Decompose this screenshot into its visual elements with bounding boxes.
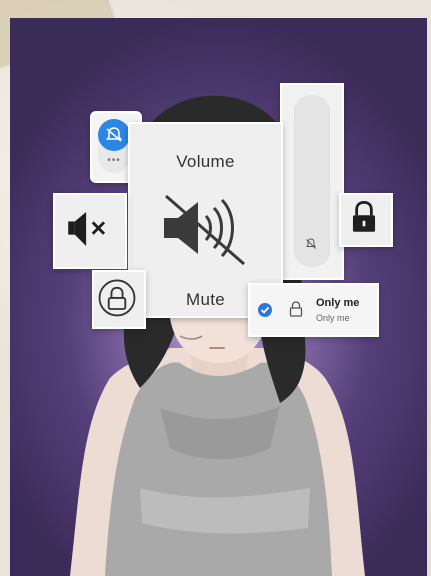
- lock-icon: [289, 301, 303, 317]
- bell-off-icon: [306, 238, 316, 249]
- lock-button[interactable]: [339, 193, 393, 247]
- privacy-subtitle: Only me: [316, 313, 350, 323]
- checkmark-icon: [258, 303, 272, 317]
- volume-slider-card[interactable]: [280, 83, 344, 280]
- privacy-option[interactable]: Only me Only me: [248, 283, 379, 337]
- lock-circle-button[interactable]: [92, 270, 146, 329]
- volume-title: Volume: [176, 152, 235, 171]
- lock-circle-icon: [98, 279, 136, 317]
- mute-icon: [68, 212, 106, 246]
- more-dots: •••: [107, 155, 121, 166]
- notification-toggle[interactable]: •••: [98, 119, 130, 173]
- privacy-title: Only me: [316, 297, 360, 309]
- padlock-icon: [352, 200, 376, 232]
- speaker-muted-icon: [164, 194, 245, 266]
- mute-button[interactable]: [53, 193, 127, 269]
- bell-icon: [98, 119, 130, 151]
